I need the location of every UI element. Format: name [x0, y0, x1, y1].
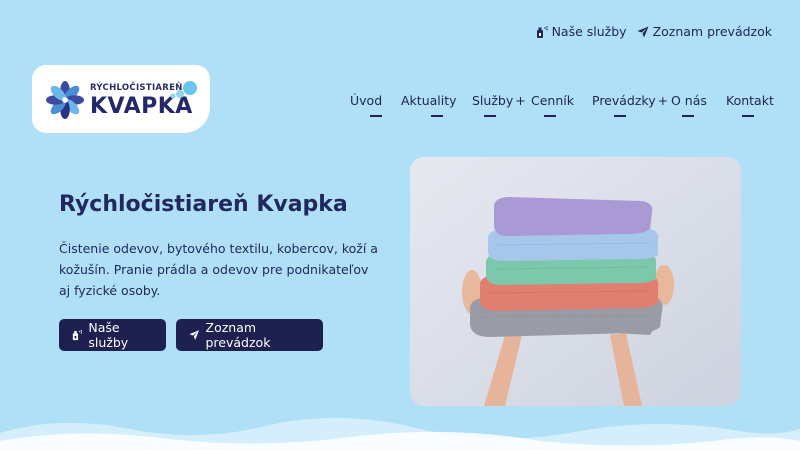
nav-item-o-nas[interactable]: O nás	[671, 93, 726, 117]
spray-bottle-icon	[536, 25, 548, 38]
submenu-plus-icon: +	[515, 93, 526, 108]
locations-button[interactable]: Zoznam prevádzok	[176, 319, 323, 351]
nav-label: Úvod	[350, 93, 383, 108]
logo[interactable]: RÝCHLOČISTIAREŇ KVAPKA	[32, 65, 210, 133]
nav-underline	[430, 115, 443, 117]
paper-plane-icon	[637, 26, 649, 37]
nav-underline	[682, 115, 694, 117]
nav-item-prevadzky[interactable]: Prevádzky +	[592, 93, 671, 117]
top-services-label: Naše služby	[551, 24, 627, 39]
nav-underline	[544, 115, 556, 117]
hero-image	[410, 157, 741, 406]
services-button[interactable]: Naše služby	[59, 319, 166, 351]
top-links: Naše služby Zoznam prevádzok	[536, 24, 772, 39]
nav-label: Cenník	[531, 93, 574, 108]
paper-plane-icon	[189, 330, 200, 340]
top-locations-label: Zoznam prevádzok	[652, 24, 772, 39]
nav-item-aktuality[interactable]: Aktuality	[401, 93, 472, 117]
flower-logo-icon	[46, 81, 84, 119]
bubbles-icon	[170, 81, 197, 99]
nav-item-cennik[interactable]: Cenník	[531, 93, 592, 117]
nav-item-kontakt[interactable]: Kontakt	[726, 93, 776, 117]
spray-bottle-icon	[72, 330, 83, 341]
nav-label: Aktuality	[401, 93, 457, 108]
nav-item-sluzby[interactable]: Služby +	[472, 93, 531, 117]
nav-label: Služby	[472, 93, 514, 108]
wave-decoration	[0, 417, 800, 450]
top-locations-link[interactable]: Zoznam prevádzok	[637, 24, 772, 39]
services-button-label: Naše služby	[88, 320, 129, 350]
folded-clothes-illustration	[410, 157, 741, 406]
nav-underline	[484, 115, 496, 117]
nav-underline	[369, 115, 382, 117]
main-nav: Úvod Aktuality Služby + Cenník Prevádzky…	[350, 93, 776, 117]
nav-label: O nás	[671, 93, 707, 108]
nav-underline	[742, 115, 754, 117]
hero-title: Rýchločistiareň Kvapka	[59, 192, 348, 217]
hero-description: Čistenie odevov, bytového textilu, kober…	[59, 241, 378, 298]
locations-button-label: Zoznam prevádzok	[205, 320, 271, 350]
submenu-plus-icon: +	[657, 93, 669, 108]
nav-underline	[614, 115, 626, 117]
nav-label: Prevádzky	[592, 93, 656, 108]
nav-label: Kontakt	[726, 93, 774, 108]
top-services-link[interactable]: Naše služby	[536, 24, 627, 39]
nav-item-uvod[interactable]: Úvod	[350, 93, 401, 117]
